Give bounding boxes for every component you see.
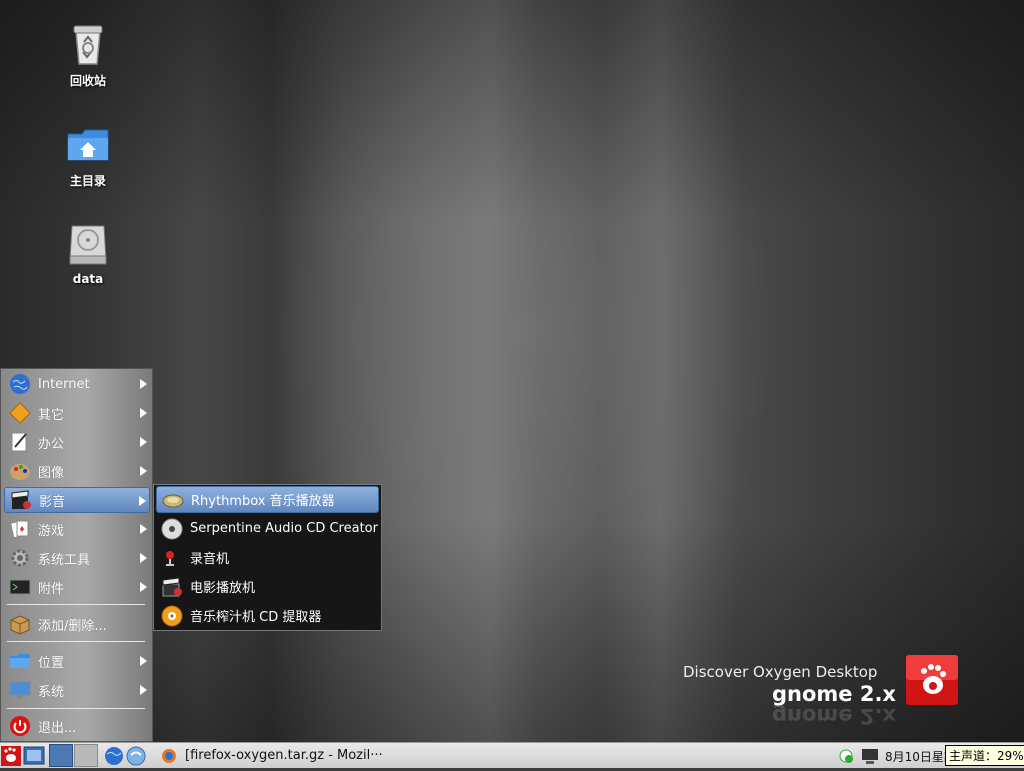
cd-ripper-icon [161, 605, 183, 627]
menu-item-label: 系统 [38, 684, 65, 700]
desktop-icon-trash[interactable]: 回收站 [38, 20, 138, 89]
taskbar-window-button[interactable]: [firefox-oxygen.tar.gz - Mozil··· [155, 744, 385, 767]
computer-icon[interactable] [860, 744, 880, 767]
submenu-arrow-icon [140, 685, 147, 695]
menu-item-label: Internet [38, 376, 90, 392]
clapperboard-icon [10, 489, 32, 511]
show-desktop-icon[interactable] [23, 744, 45, 767]
web-browser-launcher-icon[interactable] [104, 744, 124, 767]
menu-item-label: 添加/删除... [38, 618, 107, 634]
submenu-arrow-icon [140, 656, 147, 666]
menu-item-internet[interactable]: Internet [4, 371, 150, 397]
globe-icon [9, 373, 31, 395]
menu-item-logout[interactable]: 退出... [4, 713, 150, 739]
menu-item-games[interactable]: 游戏 [4, 516, 150, 542]
package-box-icon [9, 613, 31, 635]
submenu-item-cd-ripper[interactable]: 音乐榨汁机 CD 提取器 [156, 602, 379, 629]
submenu-item-label: Rhythmbox 音乐播放器 [191, 494, 335, 509]
submenu-item-label: Serpentine Audio CD Creator [190, 521, 378, 536]
workspace-2[interactable] [74, 744, 98, 767]
sound-video-submenu: Rhythmbox 音乐播放器 Serpentine Audio CD Crea… [153, 484, 382, 631]
menu-item-system[interactable]: 系统 [4, 677, 150, 703]
desktop-icon-data[interactable]: data [38, 220, 138, 286]
menu-item-other[interactable]: 其它 [4, 400, 150, 426]
microphone-icon [161, 547, 183, 569]
submenu-item-rhythmbox[interactable]: Rhythmbox 音乐播放器 [156, 486, 379, 513]
playing-cards-icon [9, 518, 31, 540]
menu-item-graphics[interactable]: 图像 [4, 458, 150, 484]
submenu-arrow-icon [140, 379, 147, 389]
network-status-icon[interactable] [837, 744, 855, 767]
menu-item-system-tools[interactable]: 系统工具 [4, 545, 150, 571]
menu-item-add-remove[interactable]: 添加/删除... [4, 611, 150, 637]
cd-icon [161, 518, 183, 540]
bottom-panel: [firefox-oxygen.tar.gz - Mozil··· 8月10日星… [0, 742, 1024, 768]
paint-palette-icon [9, 460, 31, 482]
submenu-item-serpentine[interactable]: Serpentine Audio CD Creator [156, 515, 379, 542]
brand-title-reflection: gnome 2.x [772, 704, 896, 728]
menu-item-label: 附件 [38, 581, 65, 597]
menu-item-label: 游戏 [38, 523, 65, 539]
home-folder-icon [64, 120, 112, 168]
menu-item-places[interactable]: 位置 [4, 648, 150, 674]
gnome-foot-logo [906, 655, 958, 705]
main-menu: Internet 其它 办公 图像 影音 游戏 系统工具 附件 添加/删除...… [0, 368, 153, 742]
menu-item-label: 图像 [38, 465, 65, 481]
submenu-arrow-icon [140, 466, 147, 476]
movie-player-icon [161, 576, 183, 598]
notepad-icon [9, 431, 31, 453]
submenu-arrow-icon [140, 553, 147, 563]
menu-item-label: 系统工具 [38, 552, 91, 568]
submenu-item-sound-recorder[interactable]: 录音机 [156, 544, 379, 571]
monitor-icon [9, 679, 31, 701]
brand-title: gnome 2.x [772, 682, 896, 706]
drive-icon [64, 220, 112, 268]
taskbar-window-title: [firefox-oxygen.tar.gz - Mozil··· [185, 748, 383, 763]
submenu-arrow-icon [140, 437, 147, 447]
workspace-1[interactable] [49, 744, 73, 767]
menu-item-label: 退出... [38, 720, 77, 736]
submenu-item-label: 录音机 [190, 552, 230, 567]
desktop-icon-label: data [72, 272, 104, 286]
main-menu-button[interactable] [1, 744, 21, 767]
menu-item-office[interactable]: 办公 [4, 429, 150, 455]
menu-item-label: 办公 [38, 436, 65, 452]
menu-item-label: 位置 [38, 655, 65, 671]
desktop-icon-home[interactable]: 主目录 [38, 120, 138, 189]
diamond-icon [9, 402, 31, 424]
menu-item-sound-video[interactable]: 影音 [4, 487, 150, 513]
folder-icon [9, 650, 31, 672]
submenu-arrow-icon [140, 582, 147, 592]
menu-item-label: 影音 [39, 494, 66, 510]
brand-tagline: Discover Oxygen Desktop [683, 663, 878, 681]
menu-separator [7, 604, 145, 605]
messenger-launcher-icon[interactable] [125, 744, 147, 767]
submenu-arrow-icon [140, 408, 147, 418]
power-icon [9, 715, 31, 737]
gear-icon [9, 547, 31, 569]
desktop-icon-label: 回收站 [69, 74, 106, 88]
volume-tooltip: 主声道：29% [945, 745, 1024, 766]
menu-item-label: 其它 [38, 407, 65, 423]
menu-separator [7, 641, 145, 642]
submenu-item-label: 音乐榨汁机 CD 提取器 [190, 610, 322, 625]
rhythmbox-icon [162, 489, 184, 511]
firefox-icon [161, 748, 177, 764]
menu-item-accessories[interactable]: 附件 [4, 574, 150, 600]
trash-icon [64, 20, 112, 68]
desktop-icon-label: 主目录 [69, 174, 106, 188]
terminal-icon [9, 576, 31, 598]
submenu-item-movie-player[interactable]: 电影播放机 [156, 573, 379, 600]
menu-separator [7, 708, 145, 709]
submenu-item-label: 电影播放机 [190, 581, 256, 596]
submenu-arrow-icon [140, 524, 147, 534]
submenu-arrow-icon [139, 496, 146, 506]
